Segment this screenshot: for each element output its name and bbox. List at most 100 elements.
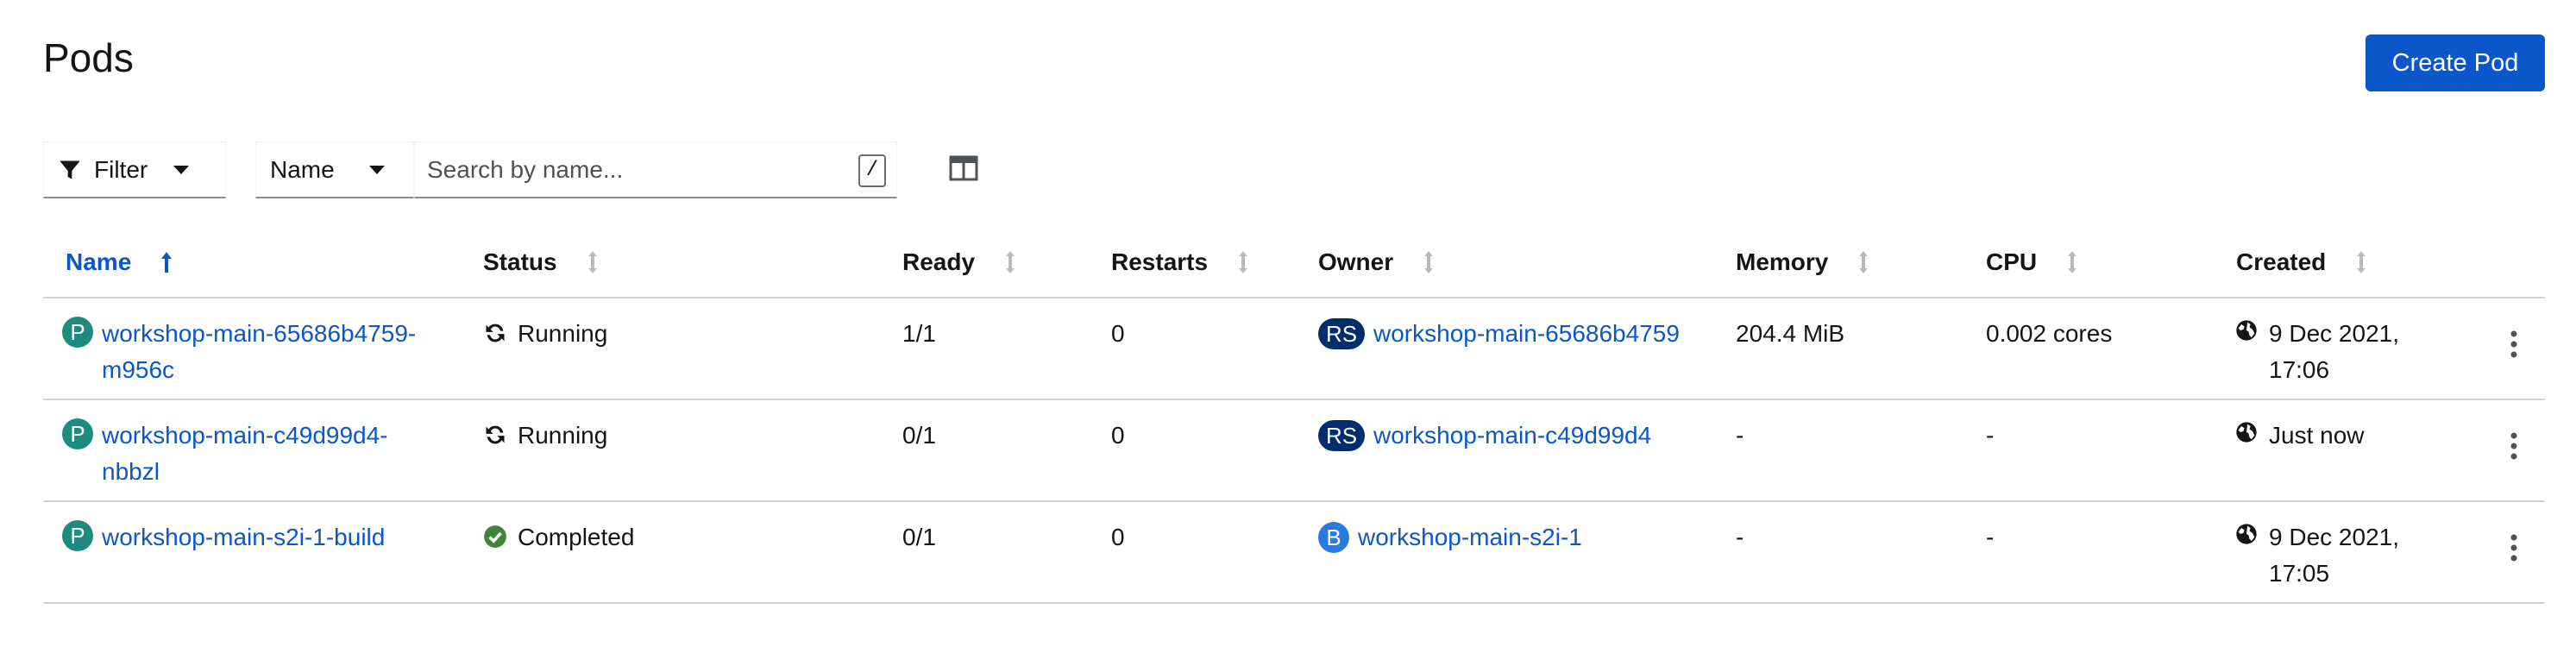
column-header-status[interactable]: Status xyxy=(483,248,599,276)
sort-icon xyxy=(1006,251,1015,273)
manage-columns-icon[interactable] xyxy=(949,155,978,181)
memory-cell: 204.4 MiB xyxy=(1736,320,1845,347)
kebab-icon[interactable] xyxy=(2510,431,2517,461)
pods-table: Name Status Ready Restarts Owner Memory … xyxy=(43,235,2545,604)
kebab-icon[interactable] xyxy=(2510,533,2517,562)
status-text: Running xyxy=(518,422,608,449)
column-label: CPU xyxy=(1986,248,2038,275)
search-box: / xyxy=(414,141,897,198)
filter-dropdown[interactable]: Filter xyxy=(43,141,226,198)
created-line1: Just now xyxy=(2269,422,2365,449)
pod-name-line2: m956c xyxy=(102,356,175,383)
pod-name-cell: P workshop-main-c49d99d4- nbbzl xyxy=(62,418,388,490)
page-title: Pods xyxy=(43,35,134,80)
build-badge: B xyxy=(1318,521,1349,553)
column-header-ready[interactable]: Ready xyxy=(902,248,1016,276)
owner-link[interactable]: workshop-main-s2i-1 xyxy=(1358,524,1582,550)
created-line2: 17:06 xyxy=(2269,356,2330,383)
column-label: Name xyxy=(66,248,132,275)
column-label: Status xyxy=(483,248,557,275)
memory-cell: - xyxy=(1736,422,1744,449)
column-header-name[interactable]: Name xyxy=(66,248,173,276)
sync-icon xyxy=(486,324,505,342)
ready-cell: 0/1 xyxy=(902,524,936,550)
status-cell: Running xyxy=(483,418,607,454)
search-attribute-label: Name xyxy=(270,155,335,183)
sort-icon xyxy=(587,251,597,273)
created-line1: 9 Dec 2021, xyxy=(2269,524,2399,550)
table-row: P workshop-main-65686b4759- m956c Runnin… xyxy=(43,298,2545,400)
ready-cell: 1/1 xyxy=(902,320,936,347)
created-cell: 9 Dec 2021, 17:06 xyxy=(2234,316,2399,388)
filter-icon xyxy=(60,160,80,179)
check-circle-icon xyxy=(484,525,506,548)
replicaset-badge: RS xyxy=(1318,419,1365,451)
pod-name-link[interactable]: workshop-main-c49d99d4- nbbzl xyxy=(102,418,388,490)
pods-page: Pods Create Pod Filter Name / Name xyxy=(0,0,2576,647)
column-header-memory[interactable]: Memory xyxy=(1736,248,1869,276)
created-line1: 9 Dec 2021, xyxy=(2269,320,2399,347)
pod-name-link[interactable]: workshop-main-s2i-1-build xyxy=(102,519,385,556)
cpu-cell: - xyxy=(1986,422,1995,449)
pod-name-line1: workshop-main-c49d99d4- xyxy=(102,422,388,449)
column-header-restarts[interactable]: Restarts xyxy=(1111,248,1249,276)
filter-label: Filter xyxy=(94,155,148,183)
caret-down-icon xyxy=(173,165,190,174)
ready-cell: 0/1 xyxy=(902,422,936,449)
owner-cell: Bworkshop-main-s2i-1 xyxy=(1318,519,1582,556)
sort-icon xyxy=(1424,251,1434,273)
keyboard-shortcut-hint: / xyxy=(858,154,886,187)
status-text: Completed xyxy=(518,524,635,550)
owner-link[interactable]: workshop-main-65686b4759 xyxy=(1373,320,1680,347)
table-row: P workshop-main-s2i-1-build Completed 0/… xyxy=(43,502,2545,604)
pod-name-link[interactable]: workshop-main-65686b4759- m956c xyxy=(102,316,416,388)
created-line2: 17:05 xyxy=(2269,560,2330,587)
column-label: Created xyxy=(2236,248,2327,275)
table-row: P workshop-main-c49d99d4- nbbzl Running … xyxy=(43,400,2545,502)
owner-link[interactable]: workshop-main-c49d99d4 xyxy=(1373,422,1651,449)
pod-name-cell: P workshop-main-s2i-1-build xyxy=(62,519,385,556)
sort-ascending-icon xyxy=(161,252,173,273)
pod-badge: P xyxy=(62,418,93,449)
sort-icon xyxy=(2357,251,2366,273)
pod-name-line1: workshop-main-65686b4759- xyxy=(102,320,417,347)
cpu-cell: 0.002 cores xyxy=(1986,320,2113,347)
caret-down-icon xyxy=(368,165,385,174)
pod-badge: P xyxy=(62,317,93,348)
globe-icon xyxy=(2236,422,2257,443)
memory-cell: - xyxy=(1736,524,1744,550)
search-attribute-select[interactable]: Name xyxy=(255,141,414,198)
restarts-cell: 0 xyxy=(1111,524,1125,550)
replicaset-badge: RS xyxy=(1318,317,1365,349)
status-cell: Completed xyxy=(483,519,634,556)
sync-icon xyxy=(486,425,505,444)
status-text: Running xyxy=(518,320,608,347)
pod-name-cell: P workshop-main-65686b4759- m956c xyxy=(62,316,416,388)
globe-icon xyxy=(2236,320,2257,341)
create-pod-button[interactable]: Create Pod xyxy=(2366,35,2545,91)
created-cell: Just now xyxy=(2234,418,2365,454)
globe-icon xyxy=(2236,524,2257,544)
pod-name-line2: nbbzl xyxy=(102,458,160,485)
search-input[interactable] xyxy=(427,155,841,184)
table-header: Name Status Ready Restarts Owner Memory … xyxy=(43,235,2545,298)
created-cell: 9 Dec 2021, 17:05 xyxy=(2234,519,2399,592)
pod-badge: P xyxy=(62,520,93,551)
column-label: Restarts xyxy=(1111,248,1209,275)
sort-icon xyxy=(1859,251,1869,273)
column-header-created[interactable]: Created xyxy=(2236,248,2367,276)
column-label: Memory xyxy=(1736,248,1829,275)
column-header-owner[interactable]: Owner xyxy=(1318,248,1435,276)
column-header-cpu[interactable]: CPU xyxy=(1986,248,2078,276)
status-cell: Running xyxy=(483,316,607,352)
cpu-cell: - xyxy=(1986,524,1995,550)
column-label: Ready xyxy=(902,248,976,275)
owner-cell: RS workshop-main-c49d99d4 xyxy=(1318,418,1651,454)
kebab-icon[interactable] xyxy=(2510,330,2517,359)
column-label: Owner xyxy=(1318,248,1394,275)
restarts-cell: 0 xyxy=(1111,320,1125,347)
owner-cell: RS workshop-main-65686b4759 xyxy=(1318,316,1680,352)
restarts-cell: 0 xyxy=(1111,422,1125,449)
sort-icon xyxy=(1239,251,1248,273)
sort-icon xyxy=(2068,251,2077,273)
